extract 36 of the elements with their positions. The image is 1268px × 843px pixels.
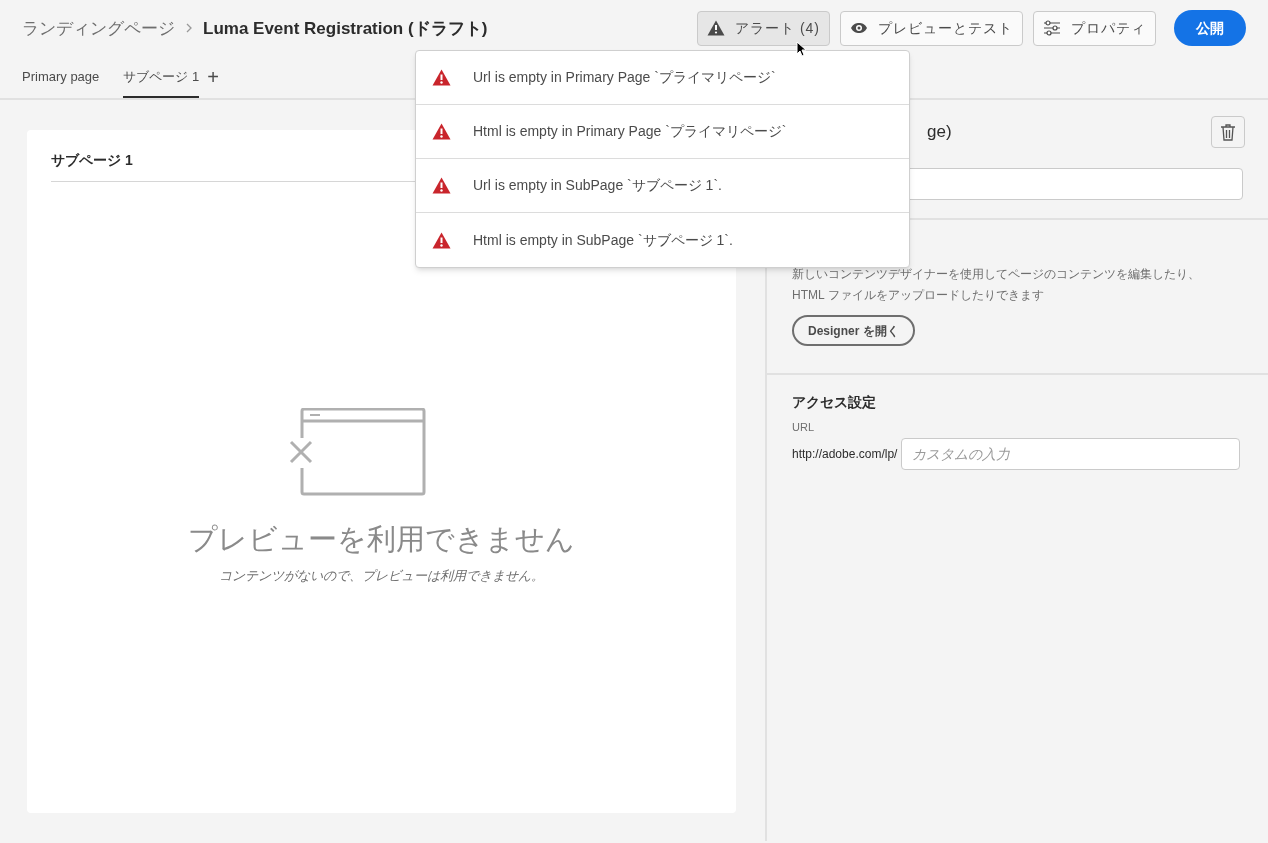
warning-icon: [707, 20, 725, 37]
add-tab-button[interactable]: +: [207, 67, 219, 98]
page-tab[interactable]: Primary page: [22, 66, 100, 98]
sliders-icon: [1043, 20, 1061, 37]
properties-button[interactable]: プロパティ: [1033, 10, 1156, 46]
trash-icon: [1220, 123, 1236, 141]
warning-icon: [432, 231, 451, 249]
alert-item[interactable]: Url is empty in SubPage `サブページ 1`.: [416, 159, 909, 213]
panel-title: ge): [927, 122, 952, 142]
alert-item[interactable]: Html is empty in SubPage `サブページ 1`.: [416, 213, 909, 267]
delete-button[interactable]: [1211, 116, 1245, 148]
chevron-icon: [185, 23, 193, 34]
warning-icon: [432, 69, 451, 86]
alert-message: Html is empty in SubPage `サブページ 1`.: [473, 230, 733, 250]
url-prefix: http://adobe.com/lp/: [792, 445, 898, 463]
warning-icon: [432, 123, 451, 140]
designer-description: 新しいコンテンツデザイナーを使用してページのコンテンツを編集したり、HTML ファイルをアップロードしたりできます: [792, 266, 1201, 304]
publish-button[interactable]: 公開: [1174, 10, 1246, 47]
alert-message: Html is empty in Primary Page `プライマリページ`: [473, 122, 787, 141]
alert-item[interactable]: Html is empty in Primary Page `プライマリページ`: [416, 105, 909, 159]
empty-state-message: コンテンツがないので、プレビューは利用できません。: [219, 566, 544, 585]
empty-state-heading: プレビューを利用できません: [188, 522, 575, 557]
alert-button[interactable]: アラート (4): [697, 10, 830, 46]
warning-icon: [432, 177, 451, 194]
eye-icon: [850, 22, 868, 35]
section-heading: アクセス設定: [792, 393, 877, 412]
page-tab[interactable]: サブページ 1: [123, 66, 200, 98]
open-designer-button[interactable]: Designer を開く: [792, 315, 915, 346]
page-title: Luma Event Registration (ドラフト): [203, 17, 488, 40]
breadcrumb-link[interactable]: ランディングページ: [22, 15, 175, 42]
preview-button[interactable]: プレビューとテスト: [840, 10, 1023, 46]
unavailable-window-icon: [287, 408, 426, 496]
field-label: URL: [792, 420, 815, 435]
alert-item[interactable]: Url is empty in Primary Page `プライマリページ`: [416, 51, 909, 105]
custom-url-field[interactable]: カスタムの入力: [901, 437, 1240, 470]
alert-message: Url is empty in Primary Page `プライマリページ`: [473, 68, 776, 87]
